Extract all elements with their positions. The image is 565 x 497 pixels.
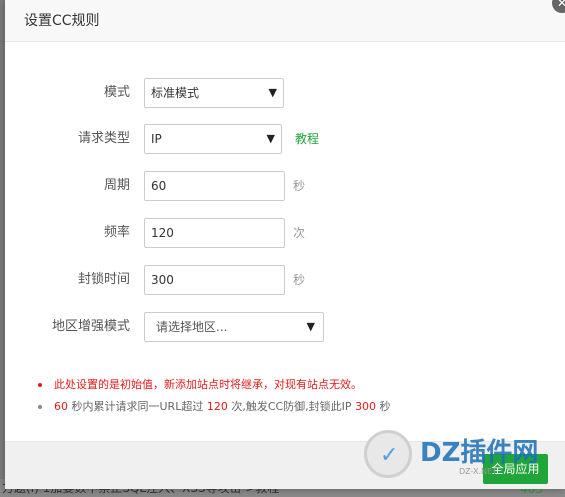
block-time-unit: 秒	[293, 273, 306, 287]
form-row-region: 地区增强模式 请选择地区... ▼	[5, 312, 565, 342]
form-row-block-time: 封锁时间 300 秒	[5, 265, 565, 295]
check-icon: ✓	[380, 443, 399, 468]
region-label: 地区增强模式	[51, 319, 130, 334]
watermark-text: DZ插件网	[420, 438, 539, 468]
block-time-label: 封锁时间	[77, 272, 130, 287]
note-warning: 此处设置的是初始值，新添加站点时将继承，对现有站点无效。	[38, 374, 391, 396]
note-warning-text: 此处设置的是初始值，新添加站点时将继承，对现有站点无效。	[54, 378, 362, 391]
frequency-unit: 次	[293, 226, 306, 240]
summary-block: 300	[355, 400, 377, 413]
summary-text-3: 秒	[376, 400, 391, 413]
cycle-label: 周期	[103, 178, 130, 193]
mode-select[interactable]: 标准模式 ▼	[144, 78, 284, 108]
form-row-mode: 模式 标准模式 ▼	[5, 78, 565, 108]
form-row-cycle: 周期 60 秒	[5, 171, 565, 201]
cycle-unit: 秒	[293, 179, 306, 193]
summary-frequency: 120	[206, 400, 228, 413]
summary-text-1: 秒内累计请求同一URL超过	[68, 400, 207, 413]
form-row-request-type: 请求类型 IP ▼ 教程	[5, 124, 565, 154]
dialog-title: 设置CC规则	[24, 13, 100, 29]
request-type-value: IP	[151, 132, 162, 146]
region-select[interactable]: 请选择地区... ▼	[144, 312, 324, 342]
frequency-input[interactable]: 120	[144, 218, 285, 248]
form-row-frequency: 频率 120 次	[5, 218, 565, 248]
chevron-down-icon: ▼	[268, 86, 277, 99]
notes-list: 此处设置的是初始值，新添加站点时将继承，对现有站点无效。 60 秒内累计请求同一…	[38, 374, 391, 418]
summary-cycle: 60	[54, 400, 68, 413]
chevron-down-icon: ▼	[266, 132, 275, 145]
watermark: ✓ DZ插件网 DZ-X.NET	[364, 430, 554, 482]
region-placeholder: 请选择地区...	[156, 320, 228, 334]
mode-value: 标准模式	[151, 86, 200, 100]
tutorial-link[interactable]: 教程	[295, 124, 319, 154]
request-type-select[interactable]: IP ▼	[144, 124, 282, 154]
dialog-header: 设置CC规则	[5, 0, 565, 42]
block-time-value: 300	[151, 273, 174, 287]
watermark-logo-icon: ✓	[364, 430, 412, 478]
frequency-label: 频率	[103, 225, 130, 240]
bullet-icon	[38, 405, 42, 409]
bullet-icon	[38, 383, 42, 387]
cycle-input[interactable]: 60	[144, 171, 285, 201]
summary-text-2: 次,触发CC防御,封锁此IP	[227, 400, 356, 413]
cc-rule-dialog: 设置CC规则 ✕ 模式 标准模式 ▼ 请求类型 IP ▼ 教程 周期 60 秒	[5, 0, 565, 489]
note-summary: 60 秒内累计请求同一URL超过 120 次,触发CC防御,封锁此IP 300 …	[38, 396, 391, 418]
chevron-down-icon: ▼	[306, 320, 315, 333]
request-type-label: 请求类型	[77, 131, 130, 146]
mode-label: 模式	[103, 85, 130, 100]
cycle-value: 60	[151, 179, 167, 193]
frequency-value: 120	[151, 226, 174, 240]
watermark-subtext: DZ-X.NET	[459, 467, 497, 476]
block-time-input[interactable]: 300	[144, 265, 285, 295]
